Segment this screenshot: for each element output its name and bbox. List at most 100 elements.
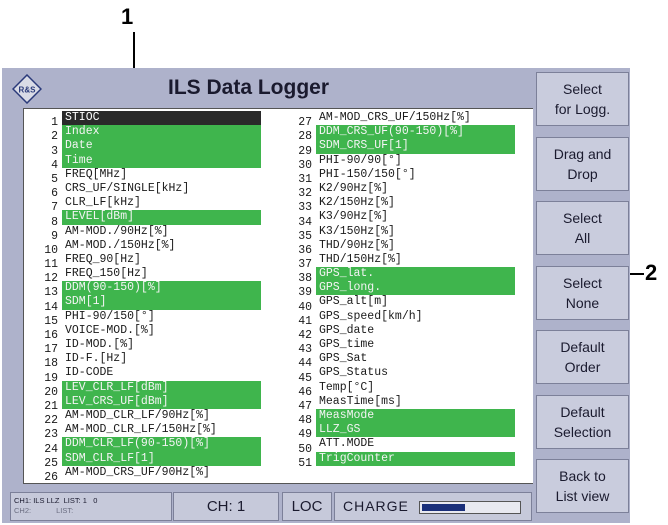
list-item[interactable]: 51 TrigCounter [282, 451, 532, 470]
callout-2-label: 2 [645, 260, 658, 285]
list-item[interactable]: 41 GPS_speed[km/h] [282, 310, 532, 328]
softkey-label-line-1: Default [560, 403, 605, 420]
list-item[interactable]: 16 VOICE-MOD.[%] [28, 324, 278, 342]
mode-indicator: LOC [282, 492, 332, 521]
list-item-label: Date [62, 139, 261, 154]
drag-and-drop-button[interactable]: Drag and Drop [536, 136, 629, 191]
list-item[interactable]: 50 ATT.MODE [282, 437, 532, 455]
list-item-label: PHI-90/150[°] [65, 309, 155, 323]
list-item-label: DDM(90-150)[%] [62, 281, 261, 296]
channel-text: CH: 1 [206, 498, 246, 515]
list-item[interactable]: 32 K2/90Hz[%] [282, 182, 532, 200]
list-item[interactable]: 17 ID-MOD.[%] [28, 338, 278, 356]
list-item[interactable]: 42 GPS_date [282, 324, 532, 342]
list-item[interactable]: 13 DDM(90-150)[%] [28, 281, 278, 299]
list-item-label: MeasMode [316, 408, 515, 424]
select-for-logging-button[interactable]: Select for Logg. [536, 72, 629, 126]
list-item[interactable]: 29 SDM_CRS_UF[1] [282, 139, 532, 158]
list-item-label: LEVEL[dBm] [62, 210, 261, 225]
list-item[interactable]: 44 GPS_Sat [282, 352, 532, 370]
list-item[interactable]: 8 LEVEL[dBm] [28, 210, 278, 229]
ch2-prefix: CH2: [14, 506, 32, 515]
list-item[interactable]: 9 AM-MOD./90Hz[%] [28, 224, 278, 243]
list-item[interactable]: 1 STIOC [28, 111, 278, 129]
softkey-label-line-2: Selection [553, 423, 612, 440]
list-item-label: LEV_CLR_LF[dBm] [62, 380, 261, 395]
list-item[interactable]: 48 MeasMode [282, 408, 532, 427]
list-item-label: AM-MOD./90Hz[%] [65, 224, 169, 238]
list-item[interactable]: 10 AM-MOD./150Hz[%] [28, 239, 278, 257]
list-item[interactable]: 31 PHI-150/150[°] [282, 168, 532, 186]
list-item[interactable]: 47 MeasTime[ms] [282, 395, 532, 413]
list-item[interactable]: 43 GPS_time [282, 338, 532, 356]
list-item-label: GPS_Status [319, 366, 389, 380]
default-selection-button[interactable]: Default Selection [536, 394, 629, 449]
list-item[interactable]: 20 LEV_CLR_LF[dBm] [28, 380, 278, 399]
back-to-list-view-button[interactable]: Back to List view [536, 459, 629, 513]
softkey-panel: Select for Logg. Drag and Drop Select All Sele… [533, 68, 630, 523]
softkey-label-line-2: for Logg. [554, 101, 611, 117]
list-item-label: K3/150Hz[%] [319, 224, 395, 238]
select-all-button[interactable]: Select All [536, 201, 629, 255]
list-item[interactable]: 14 SDM[1] [28, 295, 278, 314]
softkey-label-line-1: Select [563, 274, 602, 291]
list-item[interactable]: 11 FREQ_90[Hz] [28, 252, 278, 271]
title-bar: R&S ILS Data Logger [8, 70, 528, 106]
list-item[interactable]: 3 Date [28, 139, 278, 158]
channel-indicator: CH: 1 [173, 492, 279, 521]
list-item[interactable]: 24 DDM_CLR_LF(90-150)[%] [28, 437, 278, 456]
list-item[interactable]: 33 K2/150Hz[%] [282, 196, 532, 214]
list-item-number: 26 [44, 470, 58, 484]
list-item[interactable]: 46 Temp[°C] [282, 381, 532, 399]
list-item-label: AM-MOD_CLR_LF/150Hz[%] [65, 423, 217, 437]
list-item[interactable]: 40 GPS_alt[m] [282, 295, 532, 313]
list-item-label: FREQ_150[Hz] [65, 267, 148, 281]
list-item-label: Index [62, 125, 261, 140]
list-item-number: 51 [298, 456, 312, 470]
charge-meter [419, 501, 521, 514]
list-item-label: TrigCounter [316, 451, 515, 466]
list-item-label: AM-MOD_CRS_UF/90Hz[%] [65, 465, 210, 479]
list-item[interactable]: 12 FREQ_150[Hz] [28, 267, 278, 285]
list-item[interactable]: 2 Index [28, 125, 278, 143]
list-item[interactable]: 5 FREQ[MHz] [28, 167, 278, 186]
list-item-label: FREQ[MHz] [65, 167, 128, 181]
select-none-button[interactable]: Select None [536, 265, 629, 320]
list-item[interactable]: 34 K3/90Hz[%] [282, 210, 532, 228]
list-item[interactable]: 27 AM-MOD_CRS_UF/150Hz[%] [282, 111, 532, 129]
list-item[interactable]: 21 LEV_CRS_UF[dBm] [28, 394, 278, 413]
list-item[interactable]: 26 AM-MOD_CRS_UF/90Hz[%] [28, 465, 278, 484]
list-item[interactable]: 7 CLR_LF[kHz] [28, 196, 278, 214]
parameter-list[interactable]: 1 STIOC 2 Index 3 Date 4 Time 5 FREQ[MHz] 6 CRS_UF/… [23, 108, 537, 484]
channel-info-box: CH1: ILS LLZ LIST: 1 0 CH2: LIST: [10, 492, 172, 521]
default-order-button[interactable]: Default Order [536, 330, 629, 384]
list-item-label: ID-CODE [65, 366, 114, 380]
list-item[interactable]: 37 THD/150Hz[%] [282, 253, 532, 271]
list-item-label: K3/90Hz[%] [319, 210, 389, 224]
list-item[interactable]: 18 ID-F.[Hz] [28, 352, 278, 370]
list-item[interactable]: 15 PHI-90/150[°] [28, 309, 278, 328]
softkey-label-line-2: Order [564, 359, 601, 375]
list-item[interactable]: 30 PHI-90/90[°] [282, 154, 532, 172]
list-item[interactable]: 19 ID-CODE [28, 366, 278, 384]
list-item[interactable]: 22 AM-MOD_CLR_LF/90Hz[%] [28, 409, 278, 427]
list-item[interactable]: 25 SDM_CLR_LF[1] [28, 451, 278, 470]
list-item[interactable]: 23 AM-MOD_CLR_LF/150Hz[%] [28, 423, 278, 441]
list-item[interactable]: 49 LLZ_GS [282, 423, 532, 441]
parameter-list-left-column: 1 STIOC 2 Index 3 Date 4 Time 5 FREQ[MHz] 6 CRS_UF/… [28, 111, 278, 484]
list-item[interactable]: 38 GPS_lat. [282, 267, 532, 285]
list-item-label: CRS_UF/SINGLE[kHz] [65, 181, 190, 195]
list-item[interactable]: 6 CRS_UF/SINGLE[kHz] [28, 181, 278, 200]
list-item[interactable]: 35 K3/150Hz[%] [282, 224, 532, 243]
charge-label: CHARGE [343, 498, 409, 514]
list-item[interactable]: 4 Time [28, 153, 278, 172]
list-item-label: K2/150Hz[%] [319, 196, 395, 210]
softkey-label-line-1: Back to [559, 468, 606, 484]
list-item[interactable]: 39 GPS_long. [282, 281, 532, 299]
softkey-label-line-2: List view [555, 488, 610, 504]
list-item[interactable]: 45 GPS_Status [282, 366, 532, 384]
charge-indicator: CHARGE [334, 492, 532, 521]
list-item[interactable]: 36 THD/90Hz[%] [282, 239, 532, 257]
list-item-label: FREQ_90[Hz] [65, 252, 141, 266]
list-item[interactable]: 28 DDM_CRS_UF(90-150)[%] [282, 125, 532, 143]
